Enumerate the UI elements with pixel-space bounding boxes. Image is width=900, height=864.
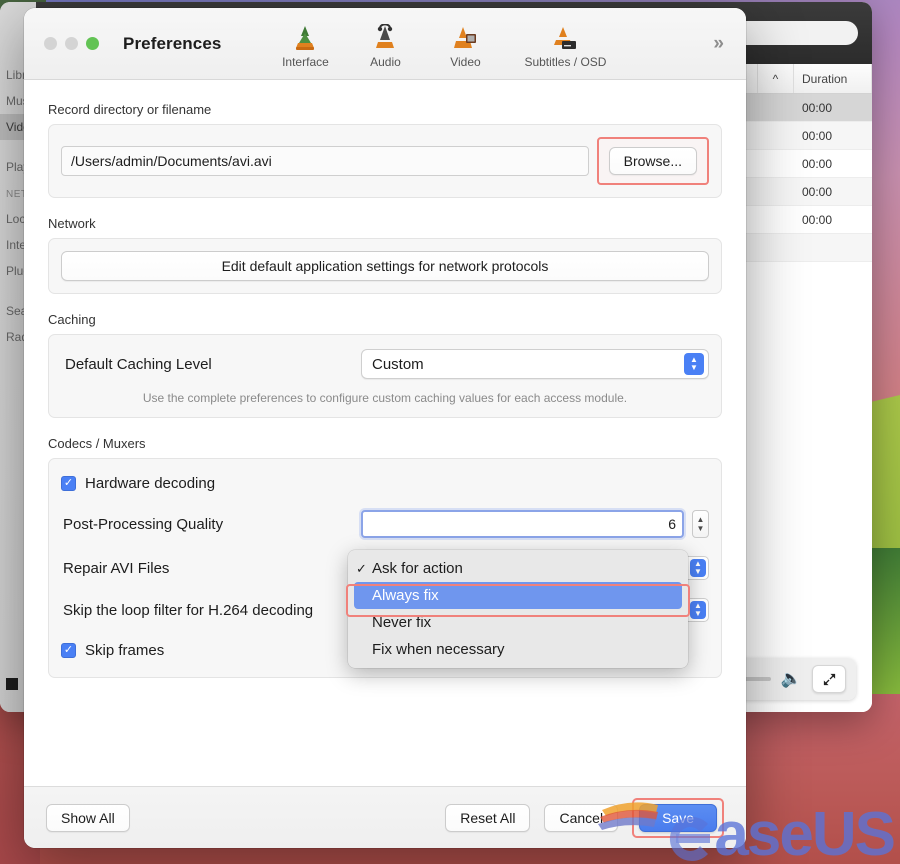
record-row: /Users/admin/Documents/avi.avi Browse... <box>61 137 709 185</box>
caching-level-select[interactable]: Custom ▲ ▼ <box>361 349 709 379</box>
cell-duration: 00:00 <box>802 128 833 143</box>
close-button[interactable] <box>44 37 57 50</box>
cell-sort <box>758 178 794 205</box>
vlc-cone-video-icon <box>452 22 478 52</box>
section-label-record: Record directory or filename <box>48 102 212 117</box>
record-panel: /Users/admin/Documents/avi.avi Browse... <box>48 124 722 198</box>
post-processing-quality-input[interactable]: 6 <box>361 510 684 538</box>
record-path-input[interactable]: /Users/admin/Documents/avi.avi <box>61 146 589 176</box>
caching-panel: Default Caching Level Custom ▲ ▼ Use the … <box>48 334 722 418</box>
section-label-codecs: Codecs / Muxers <box>48 436 146 451</box>
fullscreen-icon <box>823 673 835 685</box>
section-label-caching: Caching <box>48 312 96 327</box>
page-title: Preferences <box>123 33 222 53</box>
footer-actions: Reset All Cancel Save <box>445 797 724 838</box>
caching-level-row: Default Caching Level Custom ▲ ▼ <box>61 349 709 379</box>
edit-network-protocols-button[interactable]: Edit default application settings for ne… <box>61 251 709 281</box>
caching-hint-text: Use the complete preferences to configur… <box>142 391 628 405</box>
menu-selection-highlight-box <box>346 584 690 617</box>
cell-sort <box>758 94 794 121</box>
hardware-decoding-row[interactable]: ✓ Hardware decoding <box>61 475 709 492</box>
caching-level-value: Custom <box>372 355 424 373</box>
cell-sort <box>758 150 794 177</box>
menu-item-ask-for-action[interactable]: ✓ Ask for action <box>348 555 688 582</box>
cell-duration: 00:00 <box>802 184 833 199</box>
dialog-footer: Show All Reset All Cancel Save <box>24 786 746 848</box>
save-button-highlight: Save <box>632 797 724 838</box>
vlc-cone-subtitles-icon <box>552 22 578 52</box>
cell-duration: 00:00 <box>802 212 833 227</box>
chevron-updown-icon: ▲ ▼ <box>684 353 704 375</box>
menu-item-fix-when-necessary[interactable]: Fix when necessary <box>348 636 688 663</box>
post-processing-quality-row: Post-Processing Quality 6 ▲ ▼ <box>61 510 709 538</box>
save-button[interactable]: Save <box>639 803 717 832</box>
fullscreen-button[interactable] <box>812 665 846 693</box>
cell-duration <box>794 234 872 261</box>
caching-level-label: Default Caching Level <box>65 355 212 373</box>
reset-all-button[interactable]: Reset All <box>445 803 531 832</box>
stepper-down-icon[interactable]: ▼ <box>697 524 705 533</box>
window-controls[interactable] <box>24 37 99 50</box>
preferences-dialog[interactable]: Preferences Interface Audio Video Subtit… <box>24 8 746 848</box>
toolbar-tab-subtitles-osd[interactable]: Subtitles / OSD <box>505 18 625 69</box>
column-header-duration[interactable]: Duration <box>794 64 872 93</box>
menu-item-label: Fix when necessary <box>372 641 505 658</box>
hardware-decoding-checkbox[interactable]: ✓ <box>61 476 76 491</box>
network-panel: Edit default application settings for ne… <box>48 238 722 294</box>
toolbar-tab-label: Video <box>450 55 481 69</box>
browse-button-highlight: Browse... <box>596 137 709 185</box>
checkmark-icon: ✓ <box>356 560 367 576</box>
preferences-toolbar[interactable]: Interface Audio Video Subtitles / OSD <box>265 18 625 69</box>
stop-button[interactable] <box>6 678 18 690</box>
vlc-cone-interface-icon <box>292 22 318 52</box>
toolbar-tab-label: Subtitles / OSD <box>524 55 607 69</box>
post-processing-quality-label: Post-Processing Quality <box>63 515 224 533</box>
section-label-network: Network <box>48 216 96 231</box>
hardware-decoding-label: Hardware decoding <box>85 475 216 492</box>
skip-frames-label: Skip frames <box>85 642 165 659</box>
toolbar-tab-interface[interactable]: Interface <box>265 18 345 69</box>
cell-sort <box>758 206 794 233</box>
cell-duration: 00:00 <box>802 156 833 171</box>
toolbar-tab-label: Interface <box>282 55 329 69</box>
chevron-updown-icon: ▲ ▼ <box>690 559 706 577</box>
vlc-cone-audio-icon <box>372 22 398 52</box>
dialog-body: Record directory or filename /Users/admi… <box>24 80 746 786</box>
speaker-icon[interactable]: 🔈 <box>781 669 802 689</box>
zoom-button[interactable] <box>86 37 99 50</box>
repair-avi-label: Repair AVI Files <box>63 559 170 577</box>
stepper-up-icon[interactable]: ▲ <box>697 515 705 524</box>
cell-sort <box>758 234 794 261</box>
menu-item-label: Ask for action <box>372 560 463 577</box>
chevron-double-right-icon[interactable]: » <box>713 33 724 55</box>
cell-duration: 00:00 <box>802 100 833 115</box>
toolbar-tab-audio[interactable]: Audio <box>345 18 425 69</box>
browse-button[interactable]: Browse... <box>608 147 697 175</box>
cancel-button[interactable]: Cancel <box>544 803 619 832</box>
dialog-titlebar: Preferences Interface Audio Video Subtit… <box>24 8 746 80</box>
skip-loop-filter-label: Skip the loop filter for H.264 decoding <box>63 601 314 619</box>
skip-frames-checkbox[interactable]: ✓ <box>61 643 76 658</box>
toolbar-tab-video[interactable]: Video <box>425 18 505 69</box>
column-header-sort[interactable]: ^ <box>758 64 794 93</box>
post-processing-quality-stepper[interactable]: ▲ ▼ <box>692 510 709 538</box>
chevron-updown-icon: ▲ ▼ <box>690 601 706 619</box>
toolbar-tab-label: Audio <box>370 55 401 69</box>
minimize-button[interactable] <box>65 37 78 50</box>
show-all-button[interactable]: Show All <box>46 803 130 832</box>
cell-sort <box>758 122 794 149</box>
